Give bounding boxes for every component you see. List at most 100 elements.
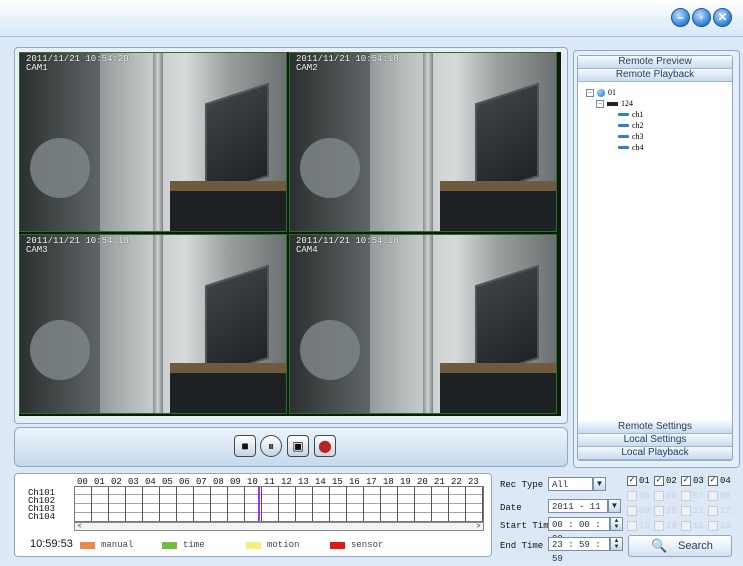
magnifier-icon: 🔍 xyxy=(651,538,668,553)
channel-checkbox-label: 12 xyxy=(720,506,731,516)
record-icon: ⬤ xyxy=(318,439,332,453)
stop-button[interactable]: ■ xyxy=(234,435,256,457)
channel-checkbox[interactable]: ✓ 02 xyxy=(654,476,677,486)
tree-device-label: 124 xyxy=(621,99,633,108)
legend-label: manual xyxy=(101,540,134,550)
camera-label: CAM4 xyxy=(296,245,318,255)
camera-overlay: 2011/11/21 10:54:20 CAM1 xyxy=(26,55,129,73)
channel-checkbox: 16 xyxy=(708,521,731,531)
camera-view-2[interactable]: 2011/11/21 10:54:18 CAM2 xyxy=(289,52,557,232)
channel-checkbox[interactable]: ✓ 04 xyxy=(708,476,731,486)
camera-view-3[interactable]: 2011/11/21 10:54:18 CAM3 xyxy=(19,234,287,414)
channel-checkbox-label: 13 xyxy=(639,521,650,531)
start-time-label: Start Time xyxy=(500,521,555,531)
tree-node-device[interactable]: − 124 xyxy=(596,99,633,108)
legend-time: time xyxy=(162,540,205,550)
channel-checkbox: 15 xyxy=(681,521,704,531)
tree-node-channel[interactable]: ch2 xyxy=(618,121,644,130)
camera-view-1[interactable]: 2011/11/21 10:54:20 CAM1 xyxy=(19,52,287,232)
timeline-scrollbar[interactable]: < > xyxy=(74,522,484,531)
checkmark-icon: ✓ xyxy=(654,476,664,486)
camera-view-4[interactable]: 2011/11/21 10:54:18 CAM4 xyxy=(289,234,557,414)
pause-button[interactable]: ⏸ xyxy=(260,435,282,457)
end-time-label: End Time xyxy=(500,541,544,551)
camera-overlay: 2011/11/21 10:54:18 CAM4 xyxy=(296,237,399,255)
channel-checkbox: 14 xyxy=(654,521,677,531)
channel-checkbox: 10 xyxy=(654,506,677,516)
channel-checkbox[interactable]: ✓ 01 xyxy=(627,476,650,486)
record-button[interactable]: ⬤ xyxy=(314,435,336,457)
spinner-icon[interactable]: ▲ ▼ xyxy=(610,517,623,531)
channel-checkbox-label: 10 xyxy=(666,506,677,516)
collapse-icon[interactable]: − xyxy=(596,99,604,108)
restore-button[interactable]: ▫ xyxy=(692,8,711,27)
rec-type-select[interactable]: All xyxy=(548,477,593,491)
legend-label: sensor xyxy=(351,540,384,550)
camera-icon xyxy=(618,113,629,116)
timeline-cursor[interactable] xyxy=(258,487,260,521)
pause-icon: ⏸ xyxy=(267,439,274,453)
rec-type-label: Rec Type xyxy=(500,480,544,490)
minimize-button[interactable]: – xyxy=(671,8,690,27)
scroll-right-icon[interactable]: > xyxy=(474,523,483,530)
channel-checkbox: 12 xyxy=(708,506,731,516)
search-button-label: Search xyxy=(678,540,713,552)
channel-checkbox-label: 09 xyxy=(639,506,650,516)
channel-checkbox[interactable]: ✓ 03 xyxy=(681,476,704,486)
remote-playback-tab[interactable]: Remote Playback xyxy=(578,69,732,82)
channel-checkbox: 08 xyxy=(708,491,731,501)
minimize-icon: – xyxy=(677,10,684,24)
tree-channel-label: ch3 xyxy=(632,132,644,141)
channel-checkbox-label: 02 xyxy=(666,476,677,486)
checkmark-icon: ✓ xyxy=(627,476,637,486)
channel-checkbox: 09 xyxy=(627,506,650,516)
search-button[interactable]: 🔍 Search xyxy=(628,535,732,557)
channel-checkbox: 06 xyxy=(654,491,677,501)
checkbox-icon xyxy=(627,506,637,516)
checkbox-icon xyxy=(681,521,691,531)
globe-icon xyxy=(597,88,605,97)
start-time-field[interactable]: 00 : 00 : 00 xyxy=(548,517,610,544)
chevron-down-icon[interactable]: ▼ xyxy=(593,477,606,491)
checkbox-icon xyxy=(654,491,664,501)
current-time: 10:59:53 xyxy=(30,538,73,550)
snapshot-icon: ▣ xyxy=(292,439,304,453)
close-icon: ✕ xyxy=(717,10,728,24)
scroll-left-icon[interactable]: < xyxy=(75,523,84,530)
tree-node-channel[interactable]: ch1 xyxy=(618,110,644,119)
local-settings-tab[interactable]: Local Settings xyxy=(578,434,732,447)
channel-checkbox-label: 03 xyxy=(693,476,704,486)
collapse-icon[interactable]: − xyxy=(586,88,594,97)
remote-preview-tab[interactable]: Remote Preview xyxy=(578,56,732,69)
channel-checkbox: 11 xyxy=(681,506,704,516)
tree-node-channel[interactable]: ch3 xyxy=(618,132,644,141)
close-button[interactable]: ✕ xyxy=(713,8,732,27)
camera-icon xyxy=(618,135,629,138)
checkbox-icon xyxy=(681,491,691,501)
timeline-grid[interactable] xyxy=(74,486,484,522)
checkbox-icon xyxy=(708,506,718,516)
channel-checkbox-label: 14 xyxy=(666,521,677,531)
end-time-field[interactable]: 23 : 59 : 59 xyxy=(548,537,610,564)
date-label: Date xyxy=(500,503,522,513)
snapshot-button[interactable]: ▣ xyxy=(287,435,309,457)
channel-checkbox: 05 xyxy=(627,491,650,501)
chevron-down-icon[interactable]: ▼ xyxy=(608,499,621,513)
spinner-icon[interactable]: ▲ ▼ xyxy=(610,537,623,551)
title-bar: – ▫ ✕ xyxy=(0,0,743,37)
checkbox-icon xyxy=(627,521,637,531)
checkmark-icon: ✓ xyxy=(681,476,691,486)
local-playback-tab[interactable]: Local Playback xyxy=(578,447,732,460)
channel-checkbox-label: 07 xyxy=(693,491,704,501)
date-field[interactable]: 2011 - 11 - 21 xyxy=(548,499,608,526)
remote-settings-tab[interactable]: Remote Settings xyxy=(578,421,732,434)
tree-node-channel[interactable]: ch4 xyxy=(618,143,644,152)
channel-checkbox-label: 05 xyxy=(639,491,650,501)
camera-icon xyxy=(618,124,629,127)
camera-label: CAM2 xyxy=(296,63,318,73)
tree-node-root[interactable]: − 01 xyxy=(586,88,616,97)
legend-swatch xyxy=(80,541,95,549)
legend-label: motion xyxy=(267,540,300,550)
legend-swatch xyxy=(246,541,261,549)
dvr-icon xyxy=(607,101,618,106)
